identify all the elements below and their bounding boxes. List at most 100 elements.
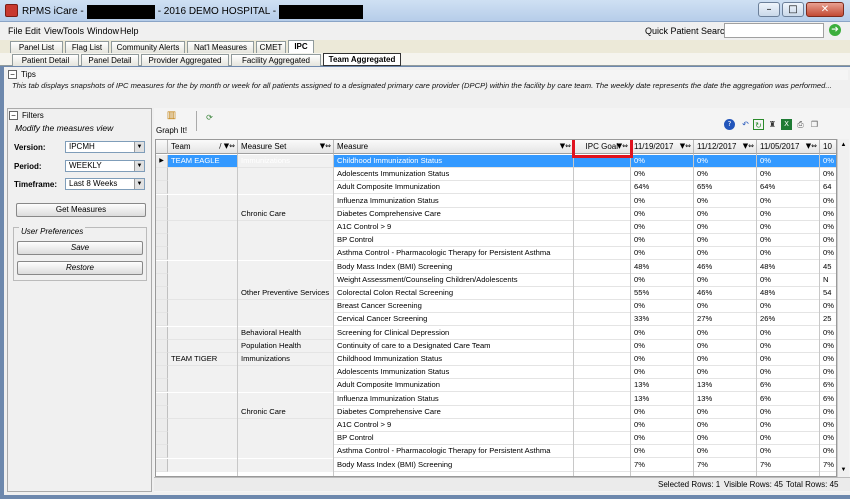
cell-value[interactable]: 0% (757, 445, 820, 459)
cell-measure[interactable]: Body Mass Index (BMI) Screening (334, 261, 574, 274)
cell-ipc-goal[interactable] (574, 155, 631, 168)
cell-team[interactable] (168, 260, 238, 274)
cell-value[interactable]: 0% (631, 221, 694, 234)
cell-value[interactable]: 6% (757, 379, 820, 393)
cell-team[interactable] (168, 366, 238, 380)
row-selector[interactable] (156, 405, 168, 419)
cell-value[interactable]: 0% (820, 366, 836, 380)
cell-value[interactable]: 0% (757, 234, 820, 248)
cell-value[interactable]: 48% (631, 261, 694, 274)
row-selector[interactable] (156, 366, 168, 380)
cell-measure-set[interactable] (238, 234, 334, 248)
cell-value[interactable]: 0% (631, 300, 694, 314)
column-header-week-3[interactable]: 11/05/2017 ▼⇔ (757, 140, 820, 154)
menu-file[interactable]: File (8, 26, 23, 36)
cell-measure[interactable]: Adult Composite Immunization (334, 181, 574, 195)
scroll-down-icon[interactable]: ▼ (839, 465, 848, 475)
cell-value[interactable]: 0% (694, 445, 757, 459)
filter-icon[interactable]: ▼⇔ (320, 140, 331, 153)
cell-value[interactable]: 0% (820, 155, 836, 168)
cell-value[interactable]: 48% (757, 261, 820, 274)
cell-value[interactable]: 0% (820, 419, 836, 432)
cell-team[interactable] (168, 194, 238, 208)
cell-value[interactable]: 0% (694, 234, 757, 248)
find-icon[interactable]: ♜ (767, 119, 778, 130)
cell-measure-set[interactable]: Behavioral Health (238, 326, 334, 340)
cell-value[interactable]: 65% (694, 181, 757, 195)
cell-measure[interactable]: A1C Control > 9 (334, 221, 574, 234)
tab-facility-aggregated[interactable]: Facility Aggregated (231, 54, 321, 66)
cell-value[interactable]: 45 (820, 261, 836, 274)
cell-measure[interactable]: Influenza Immunization Status (334, 393, 574, 406)
cell-measure[interactable]: Diabetes Comprehensive Care (334, 208, 574, 221)
cell-value[interactable]: 0% (631, 327, 694, 340)
filter-icon[interactable]: ▼⇔ (617, 140, 628, 153)
cell-value[interactable]: 0% (820, 168, 836, 182)
cell-value[interactable]: 0% (694, 406, 757, 419)
cell-measure-set[interactable] (238, 221, 334, 234)
print-icon[interactable]: ⎙ (795, 119, 806, 130)
cell-value[interactable]: 0% (820, 234, 836, 248)
cell-value[interactable]: 0% (631, 406, 694, 419)
cell-value[interactable]: 0% (694, 353, 757, 366)
cell-measure-set[interactable]: Immunizations (238, 155, 334, 168)
cell-ipc-goal[interactable] (574, 261, 631, 274)
cell-value[interactable]: 0% (631, 208, 694, 221)
row-selector[interactable] (156, 313, 168, 327)
cell-value[interactable]: 0% (757, 366, 820, 380)
cell-value[interactable]: 0% (694, 340, 757, 353)
cell-value[interactable]: 0% (820, 195, 836, 208)
cell-value[interactable]: 6% (757, 393, 820, 406)
cell-measure[interactable]: Colorectal Colon Rectal Screening (334, 287, 574, 300)
tab-patient-detail[interactable]: Patient Detail (12, 54, 79, 66)
cell-ipc-goal[interactable] (574, 379, 631, 393)
cell-value[interactable]: 0% (694, 300, 757, 314)
cell-value[interactable]: 33% (631, 313, 694, 327)
cell-ipc-goal[interactable] (574, 274, 631, 287)
row-selector[interactable]: ▶ (156, 155, 168, 168)
row-selector[interactable] (156, 273, 168, 287)
graph-it-label[interactable]: Graph It! (156, 126, 187, 135)
cell-value[interactable]: 0% (820, 247, 836, 261)
quick-search-input[interactable] (724, 23, 824, 38)
row-selector[interactable] (156, 379, 168, 393)
cell-value[interactable]: 54 (820, 287, 836, 300)
cell-value[interactable]: 0% (694, 327, 757, 340)
cell-value[interactable]: 0% (631, 445, 694, 459)
cell-measure[interactable]: Cervical Cancer Screening (334, 313, 574, 327)
cell-measure[interactable]: A1C Control > 9 (334, 419, 574, 432)
cell-value[interactable]: 0% (757, 327, 820, 340)
cell-ipc-goal[interactable] (574, 432, 631, 446)
row-selector[interactable] (156, 207, 168, 221)
cell-team[interactable] (168, 458, 238, 472)
cell-value[interactable]: 0% (631, 340, 694, 353)
copy-icon[interactable]: ❐ (809, 119, 820, 130)
cell-value[interactable]: N (820, 274, 836, 287)
cell-measure[interactable]: Adult Composite Immunization (334, 379, 574, 393)
cell-value[interactable]: 6% (820, 379, 836, 393)
cell-value[interactable]: 64 (820, 181, 836, 195)
tab-ipc[interactable]: IPC (288, 40, 314, 53)
tab-cmet[interactable]: CMET (256, 41, 286, 53)
cell-value[interactable]: 0% (820, 340, 836, 353)
cell-value[interactable]: 0% (757, 340, 820, 353)
cell-value[interactable]: 0% (694, 208, 757, 221)
cell-measure-set[interactable] (238, 379, 334, 393)
cell-ipc-goal[interactable] (574, 406, 631, 419)
cell-value[interactable]: 0% (757, 168, 820, 182)
row-selector[interactable] (156, 445, 168, 459)
refresh-icon[interactable]: ⟳ (204, 112, 215, 123)
cell-measure[interactable]: Body Mass Index (BMI) Screening (334, 459, 574, 472)
row-selector[interactable] (156, 168, 168, 182)
cell-value[interactable]: 0% (757, 247, 820, 261)
cell-value[interactable]: 0% (694, 366, 757, 380)
cell-measure-set[interactable] (238, 181, 334, 195)
cell-ipc-goal[interactable] (574, 459, 631, 472)
cell-measure[interactable]: Adolescents Immunization Status (334, 366, 574, 380)
cell-team[interactable]: TEAM EAGLE (168, 155, 238, 168)
cell-value[interactable]: 13% (631, 379, 694, 393)
cell-measure-set[interactable] (238, 247, 334, 261)
cell-value[interactable]: 0% (631, 168, 694, 182)
excel-icon[interactable]: X (781, 119, 792, 130)
cell-value[interactable]: 13% (694, 393, 757, 406)
